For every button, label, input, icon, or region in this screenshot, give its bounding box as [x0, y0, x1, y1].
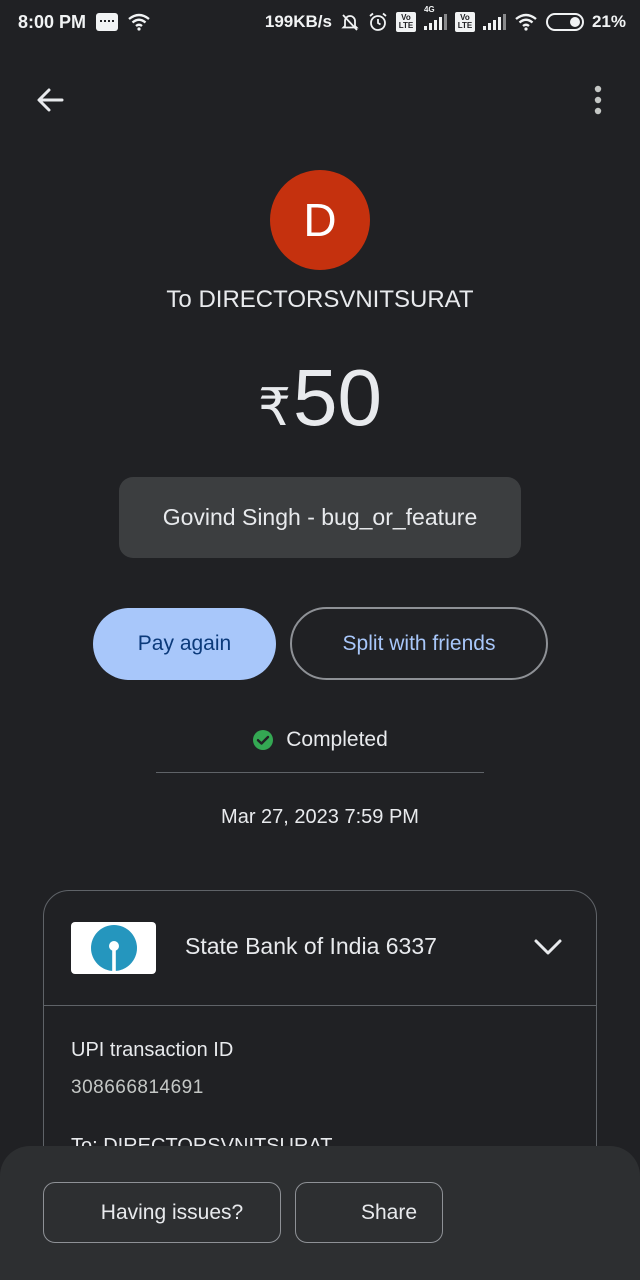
battery-level: 21%	[591, 12, 626, 31]
net-speed: 199KB/s	[264, 12, 332, 31]
volte-icon-2: Vo LTE	[454, 12, 475, 32]
battery-icon	[545, 13, 584, 31]
upi-transaction-id-value: 308666814691	[71, 1077, 204, 1098]
share-button[interactable]: Share	[295, 1182, 443, 1243]
bank-name: State Bank of India 6337	[185, 933, 437, 959]
bank-logo	[71, 922, 156, 974]
transaction-status: Completed	[0, 728, 640, 752]
network-type-label: 4G	[423, 5, 435, 14]
having-issues-button[interactable]: Having issues?	[43, 1182, 281, 1243]
chevron-down-icon[interactable]	[532, 931, 564, 963]
volte-icon: Vo LTE	[395, 12, 416, 32]
alarm-icon	[368, 12, 388, 32]
wifi-icon	[128, 13, 150, 31]
status-label: Completed	[286, 728, 388, 751]
mute-icon	[340, 12, 360, 32]
status-bar: 8:00 PM 199KB/s Vo LTE 4G Vo LTE 21%	[0, 0, 640, 44]
card-divider	[44, 1005, 596, 1006]
status-time: 8:00 PM	[18, 11, 87, 32]
more-vert-icon	[594, 85, 602, 115]
payment-note: Govind Singh - bug_or_feature	[119, 477, 521, 558]
currency-symbol: ₹	[257, 379, 292, 437]
transaction-details-screen: 8:00 PM 199KB/s Vo LTE 4G Vo LTE 21% D T…	[0, 0, 640, 1280]
pay-again-button[interactable]: Pay again	[93, 608, 276, 680]
arrow-back-icon	[37, 88, 64, 112]
back-button[interactable]	[28, 78, 72, 122]
sbi-logo-icon	[90, 925, 137, 971]
upi-transaction-id-label: UPI transaction ID	[71, 1039, 234, 1061]
amount: ₹ 50	[0, 352, 640, 444]
payee-avatar: D	[270, 170, 370, 270]
signal-icon: 4G	[423, 5, 447, 30]
transaction-datetime: Mar 27, 2023 7:59 PM	[221, 806, 419, 828]
message-icon	[96, 13, 119, 31]
status-divider	[156, 772, 484, 773]
more-options-button[interactable]	[576, 78, 620, 122]
wifi-icon-2	[514, 13, 538, 31]
signal-icon-2	[482, 14, 506, 30]
payee-name: To DIRECTORSVNITSURAT	[166, 286, 474, 313]
bank-account-row[interactable]: State Bank of India 6337	[44, 891, 596, 1005]
check-circle-icon	[253, 730, 274, 750]
amount-value: 50	[293, 353, 383, 442]
split-with-friends-button[interactable]: Split with friends	[290, 607, 548, 680]
